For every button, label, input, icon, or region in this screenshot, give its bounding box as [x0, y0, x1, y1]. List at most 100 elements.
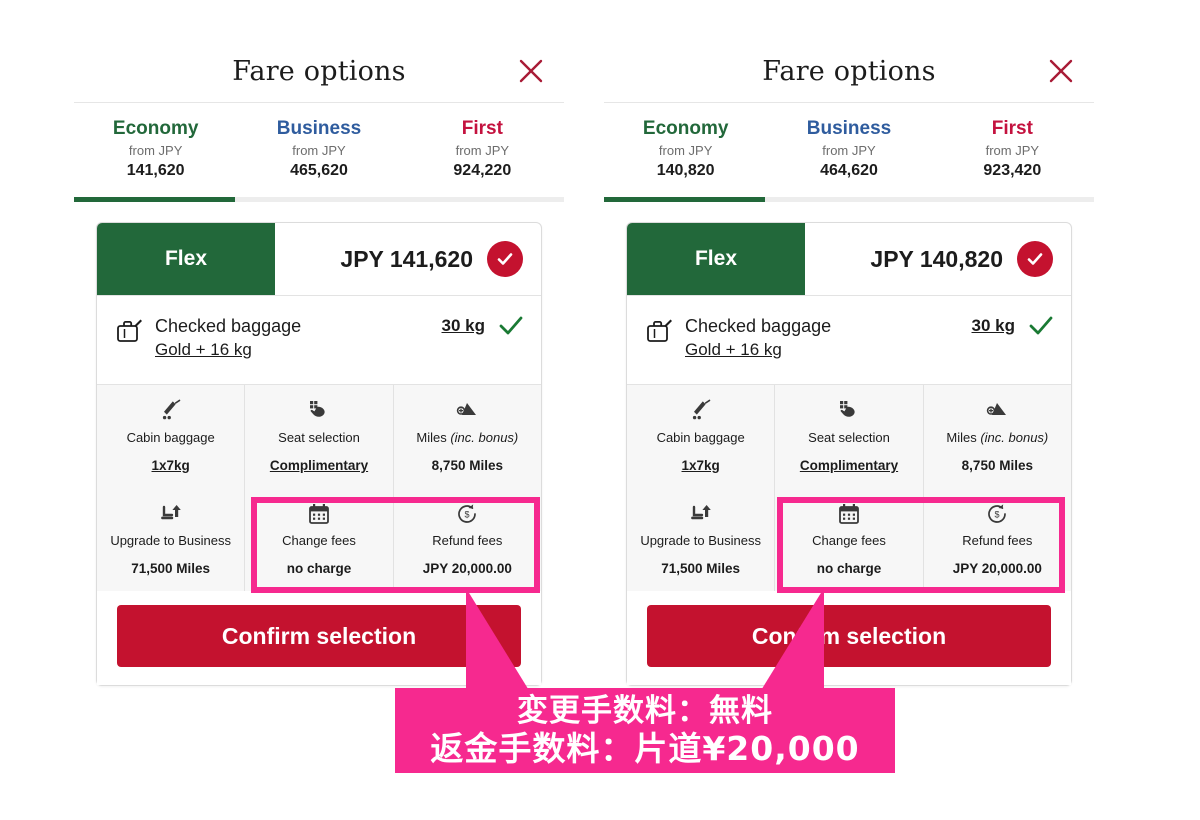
checked-baggage-text: Checked baggage Gold + 16 kg	[149, 314, 442, 362]
feature-value: 8,750 Miles	[961, 458, 1033, 473]
fare-options-dialog-left: Fare options Economy from JPY 141,620 Bu…	[74, 40, 564, 690]
feature-value: Complimentary	[799, 458, 899, 473]
feature-label: Miles (inc. bonus)	[946, 430, 1049, 445]
feature-label: Change fees	[812, 533, 886, 548]
feature-label: Cabin baggage	[126, 430, 215, 445]
feature-value: 8,750 Miles	[431, 458, 503, 473]
fare-price-area: JPY 141,620	[275, 223, 541, 295]
seat-upgrade-icon	[101, 500, 240, 528]
fare-tier-badge: Flex	[627, 223, 805, 295]
confirm-selection-button[interactable]: Confirm selection	[647, 605, 1051, 667]
feature-label: Seat selection	[278, 430, 360, 445]
tab-economy[interactable]: Economy from JPY 140,820	[604, 113, 767, 197]
checked-baggage-subtitle[interactable]: Gold + 16 kg	[685, 338, 972, 362]
svg-text:$: $	[465, 510, 470, 520]
page-title: Fare options	[232, 55, 406, 87]
tab-first[interactable]: First from JPY 923,420	[931, 113, 1094, 197]
hand-seat-select-icon	[779, 397, 918, 425]
feature-miles: Miles (inc. bonus) 8,750 Miles	[394, 385, 541, 488]
fare-tier-badge: Flex	[97, 223, 275, 295]
confirm-selection-button[interactable]: Confirm selection	[117, 605, 521, 667]
calendar-icon	[249, 500, 388, 528]
screenshot-root: Fare options Economy from JPY 141,620 Bu…	[0, 0, 1200, 820]
feature-upgrade-to-business: Upgrade to Business 71,500 Miles	[97, 488, 246, 591]
tab-indicator-active	[604, 197, 765, 202]
tab-first[interactable]: First from JPY 924,220	[401, 113, 564, 197]
tab-economy[interactable]: Economy from JPY 141,620	[74, 113, 237, 197]
dialog-header-right: Fare options	[604, 40, 1094, 102]
feature-cabin-baggage: Cabin baggage 1x7kg	[627, 385, 776, 488]
checked-baggage-row[interactable]: Checked baggage Gold + 16 kg 30 kg	[97, 296, 541, 384]
feature-change-fees: Change fees no charge	[775, 488, 924, 591]
fare-price: JPY 141,620	[340, 245, 473, 272]
checked-baggage-subtitle[interactable]: Gold + 16 kg	[155, 338, 442, 362]
refund-money-icon: $	[928, 500, 1067, 528]
fare-options-dialog-right: Fare options Economy from JPY 140,820 Bu…	[604, 40, 1094, 690]
feature-label: Seat selection	[808, 430, 890, 445]
rolling-suitcase-icon	[101, 397, 240, 425]
page-title: Fare options	[762, 55, 936, 87]
tab-indicator-active	[74, 197, 235, 202]
checked-baggage-title: Checked baggage	[155, 316, 302, 336]
refund-money-icon: $	[398, 500, 537, 528]
suitcase-tag-icon	[115, 314, 149, 351]
feature-value: 1x7kg	[151, 458, 190, 473]
feature-label: Refund fees	[432, 533, 503, 548]
fare-card: Flex JPY 140,820 Checked baggage Gold + …	[626, 222, 1072, 686]
close-x-icon[interactable]	[514, 54, 548, 88]
fare-tier-label: Flex	[694, 247, 738, 270]
feature-value: 71,500 Miles	[661, 561, 741, 576]
seat-upgrade-icon	[631, 500, 770, 528]
check-circle-icon[interactable]	[1017, 241, 1053, 277]
feature-row-1: Cabin baggage 1x7kg Seat selection Compl…	[97, 385, 541, 488]
suitcase-tag-icon	[645, 314, 679, 351]
annotation-banner: 変更手数料：無料 返金手数料：片道¥20,000	[395, 688, 895, 773]
cabin-tabs-left: Economy from JPY 141,620 Business from J…	[74, 103, 564, 197]
feature-row-2: Upgrade to Business 71,500 Miles Change …	[97, 488, 541, 591]
fare-price-area: JPY 140,820	[805, 223, 1071, 295]
svg-text:$: $	[995, 510, 1000, 520]
feature-upgrade-to-business: Upgrade to Business 71,500 Miles	[627, 488, 776, 591]
checked-baggage-value-group: 30 kg	[972, 314, 1053, 336]
fare-card-header: Flex JPY 140,820	[627, 223, 1071, 295]
tab-business[interactable]: Business from JPY 465,620	[237, 113, 400, 197]
feature-label: Refund fees	[962, 533, 1033, 548]
feature-label: Cabin baggage	[656, 430, 745, 445]
checked-baggage-value-group: 30 kg	[442, 314, 523, 336]
checked-baggage-value: 30 kg	[971, 316, 1015, 335]
feature-value: Complimentary	[269, 458, 369, 473]
fare-price: JPY 140,820	[870, 245, 1003, 272]
check-circle-icon[interactable]	[487, 241, 523, 277]
fare-features-grid: Cabin baggage 1x7kg Seat selection Compl…	[627, 385, 1071, 591]
fare-card: Flex JPY 141,620 Checked baggage Gold + …	[96, 222, 542, 686]
checked-baggage-value: 30 kg	[441, 316, 485, 335]
feature-change-fees: Change fees no charge	[245, 488, 394, 591]
feature-row-2: Upgrade to Business 71,500 Miles Change …	[627, 488, 1071, 591]
feature-miles: Miles (inc. bonus) 8,750 Miles	[924, 385, 1071, 488]
feature-label: Upgrade to Business	[640, 533, 761, 548]
fare-card-wrap-right: Flex JPY 140,820 Checked baggage Gold + …	[604, 202, 1094, 686]
feature-row-1: Cabin baggage 1x7kg Seat selection Compl…	[627, 385, 1071, 488]
fare-features-grid: Cabin baggage 1x7kg Seat selection Compl…	[97, 385, 541, 591]
dialog-header-left: Fare options	[74, 40, 564, 102]
checked-baggage-title: Checked baggage	[685, 316, 832, 336]
feature-value: JPY 20,000.00	[952, 561, 1042, 576]
tab-indicator-track	[74, 197, 564, 202]
feature-refund-fees: $ Refund fees JPY 20,000.00	[394, 488, 541, 591]
close-x-icon[interactable]	[1044, 54, 1078, 88]
feature-cabin-baggage: Cabin baggage 1x7kg	[97, 385, 246, 488]
checked-baggage-row[interactable]: Checked baggage Gold + 16 kg 30 kg	[627, 296, 1071, 384]
tab-indicator-track	[604, 197, 1094, 202]
feature-value: 1x7kg	[681, 458, 720, 473]
fare-tier-label: Flex	[164, 247, 208, 270]
cabin-tabs-right: Economy from JPY 140,820 Business from J…	[604, 103, 1094, 197]
fare-card-wrap-left: Flex JPY 141,620 Checked baggage Gold + …	[74, 202, 564, 686]
feature-seat-selection: Seat selection Complimentary	[775, 385, 924, 488]
feature-label: Upgrade to Business	[110, 533, 231, 548]
checked-baggage-text: Checked baggage Gold + 16 kg	[679, 314, 972, 362]
annotation-line-1: 変更手数料：無料	[517, 692, 773, 729]
tab-business[interactable]: Business from JPY 464,620	[767, 113, 930, 197]
airplane-tail-icon	[928, 397, 1067, 425]
airplane-tail-icon	[398, 397, 537, 425]
feature-label: Miles (inc. bonus)	[416, 430, 519, 445]
